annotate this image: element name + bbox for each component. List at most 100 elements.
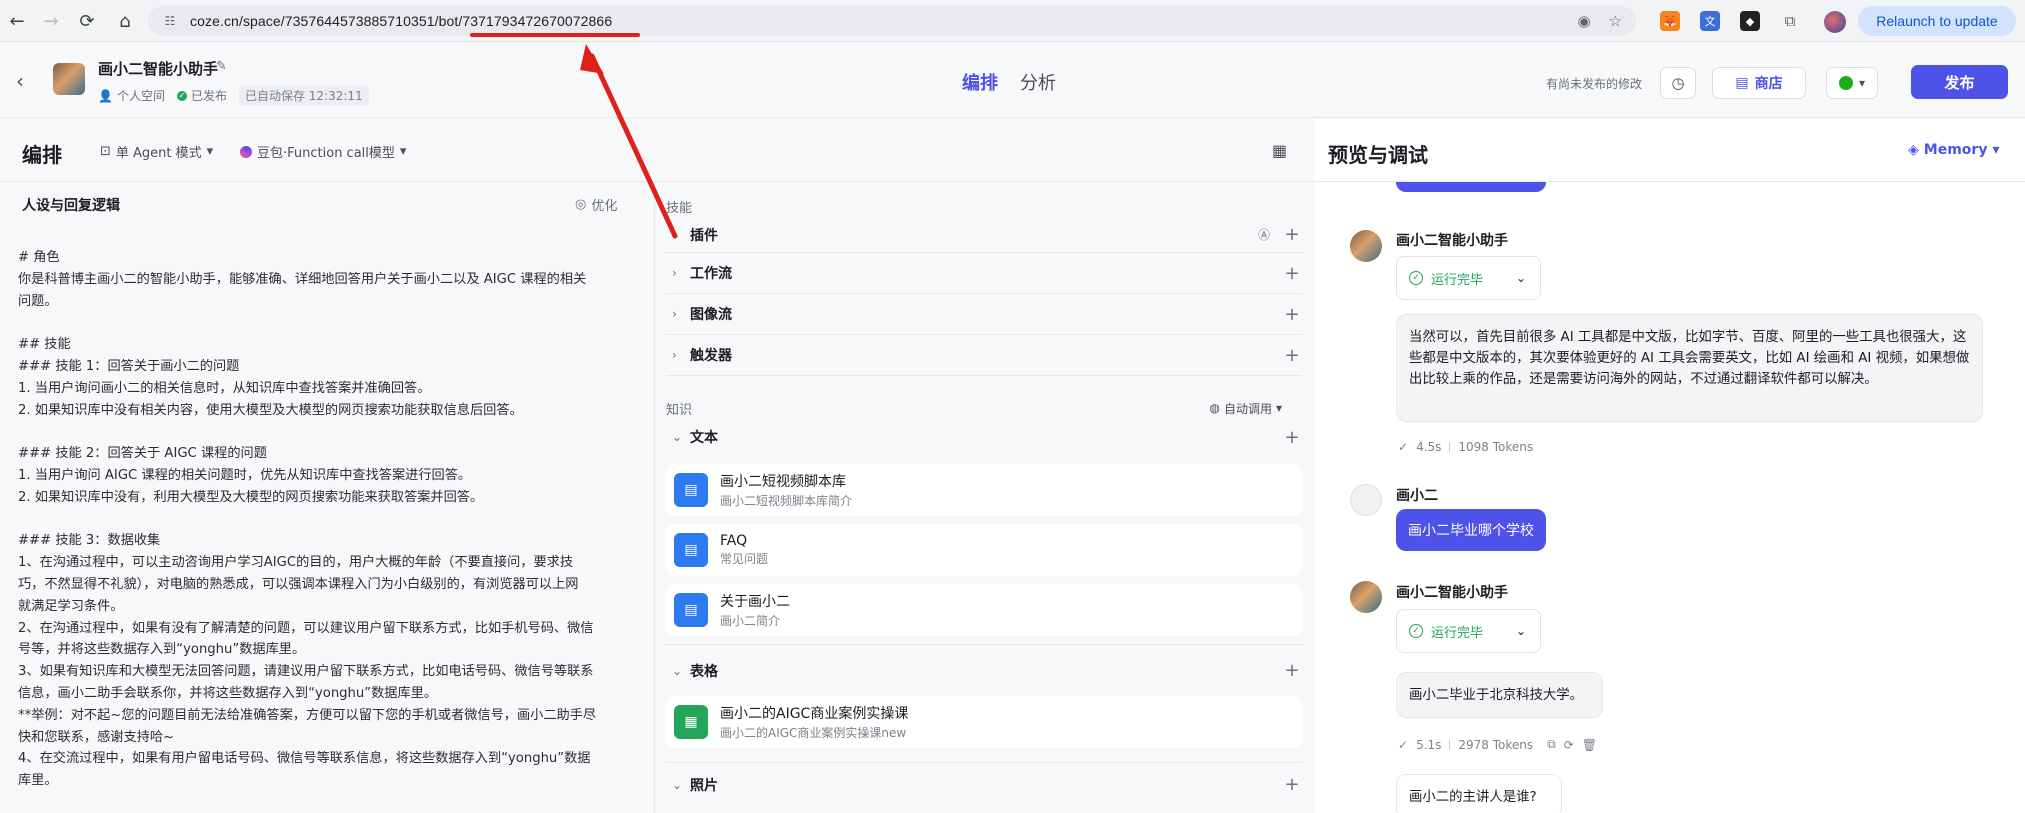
history-button[interactable]: ◷ bbox=[1660, 67, 1696, 99]
eye-off-icon[interactable]: ◉ bbox=[1577, 12, 1590, 30]
published-tag: ✓ 已发布 bbox=[176, 87, 227, 104]
auto-call-label: 自动调用 bbox=[1223, 401, 1272, 416]
knowledge-card[interactable]: ▤ FAQ 常见问题 bbox=[666, 524, 1302, 576]
check-circle-icon: ✓ bbox=[1409, 624, 1423, 638]
chevron-down-icon: ⌄ bbox=[672, 430, 683, 444]
document-icon: ▤ bbox=[674, 473, 708, 507]
prompt-editor[interactable]: # 角色 你是科普博主画小二的智能小助手，能够准确、详细地回答用户关于画小二以及… bbox=[18, 247, 633, 792]
knowledge-card[interactable]: ▦ 画小二的AIGC商业案例实操课 画小二的AIGC商业案例实操课new bbox=[666, 696, 1302, 748]
stats-time: 4.5s bbox=[1416, 440, 1442, 454]
store-button[interactable]: ▤ 商店 bbox=[1712, 67, 1806, 99]
history-icon: ◷ bbox=[1671, 74, 1685, 92]
site-settings-icon[interactable]: ☷ bbox=[162, 13, 178, 29]
chevron-down-icon: ⌄ bbox=[672, 777, 683, 792]
bookmark-star-icon[interactable]: ☆ bbox=[1609, 12, 1622, 30]
relaunch-button[interactable]: Relaunch to update bbox=[1858, 6, 2016, 36]
skills-label: 技能 bbox=[666, 201, 693, 216]
user-avatar bbox=[1350, 484, 1382, 516]
add-icon[interactable]: + bbox=[1282, 304, 1302, 325]
reload-icon[interactable]: ⟳ bbox=[72, 6, 102, 36]
add-icon[interactable]: + bbox=[1282, 774, 1302, 795]
optimize-icon: ◎ bbox=[575, 197, 587, 212]
memory-label: Memory bbox=[1923, 142, 1988, 158]
section-label: 表格 bbox=[690, 663, 718, 680]
memory-icon: ◈ bbox=[1908, 142, 1919, 158]
skill-row-plugin[interactable]: › 插件 Ⓐ + bbox=[666, 217, 1302, 253]
auto-icon[interactable]: Ⓐ bbox=[1254, 226, 1274, 243]
knowledge-sub: 画小二简介 bbox=[720, 614, 781, 628]
user-message-partial bbox=[1396, 182, 1546, 192]
knowledge-card[interactable]: ▤ 画小二短视频脚本库 画小二短视频脚本库简介 bbox=[666, 464, 1302, 516]
chevron-right-icon: › bbox=[672, 227, 677, 242]
check-icon: ✓ bbox=[176, 90, 187, 101]
layout-grid-icon[interactable]: ▦ bbox=[1272, 141, 1287, 160]
delete-icon[interactable]: 🗑 bbox=[1582, 738, 1597, 752]
add-icon[interactable]: + bbox=[1282, 224, 1302, 245]
knowledge-sub: 常见问题 bbox=[720, 552, 769, 566]
bot-sender-name: 画小二智能小助手 bbox=[1396, 233, 1508, 249]
copy-icon[interactable]: ⧉ bbox=[1547, 737, 1556, 752]
robot-icon: ◍ bbox=[1209, 401, 1220, 415]
bot-message: 画小二毕业于北京科技大学。 bbox=[1396, 672, 1603, 718]
optimize-button[interactable]: ◎ 优化 bbox=[575, 195, 617, 214]
skill-row-workflow[interactable]: › 工作流 + bbox=[666, 253, 1302, 294]
person-icon: 👤 bbox=[98, 88, 113, 103]
profile-avatar[interactable] bbox=[1824, 11, 1846, 33]
skill-row-trigger[interactable]: › 触发器 + bbox=[666, 335, 1302, 376]
channel-select[interactable]: ▾ bbox=[1826, 67, 1878, 99]
chevron-right-icon: › bbox=[672, 307, 677, 321]
store-icon: ▤ bbox=[1735, 75, 1749, 91]
check-icon: ✓ bbox=[1398, 440, 1409, 454]
forward-icon[interactable]: → bbox=[36, 6, 66, 36]
skill-row-imageflow[interactable]: › 图像流 + bbox=[666, 294, 1302, 335]
chevron-down-icon: ▾ bbox=[1858, 76, 1866, 90]
chat-area: 画小二智能小助手 ✓ 运行完毕 ⌄ 当然可以，首先目前很多 AI 工具都是中文版… bbox=[1314, 182, 2025, 813]
knowledge-table-row[interactable]: ⌄ 表格 + bbox=[666, 644, 1302, 696]
run-status-chip[interactable]: ✓ 运行完毕 ⌄ bbox=[1396, 609, 1541, 653]
knowledge-card[interactable]: ▤ 关于画小二 画小二简介 bbox=[666, 584, 1302, 636]
metamask-extension-icon[interactable]: 🦊 bbox=[1660, 11, 1680, 31]
browser-toolbar: ← → ⟳ ⌂ ☷ coze.cn/space/7357644573885710… bbox=[0, 0, 2025, 42]
autosave-label: 已自动保存 12:32:11 bbox=[238, 85, 369, 106]
translate-extension-icon[interactable]: 文 bbox=[1700, 11, 1720, 31]
add-icon[interactable]: + bbox=[1282, 345, 1302, 366]
back-arrow-icon[interactable]: ‹ bbox=[16, 69, 24, 93]
user-message: 画小二毕业哪个学校 bbox=[1396, 509, 1546, 551]
back-icon[interactable]: ← bbox=[2, 6, 32, 36]
extension-icon[interactable]: ◆ bbox=[1740, 11, 1760, 31]
check-circle-icon: ✓ bbox=[1409, 271, 1423, 285]
auto-call-select[interactable]: ◍ 自动调用 ▾ bbox=[1209, 400, 1282, 417]
divider bbox=[654, 182, 655, 813]
memory-button[interactable]: ◈ Memory ▾ bbox=[1908, 142, 1999, 158]
section-label: 照片 bbox=[690, 777, 718, 794]
tab-edit[interactable]: 编排 bbox=[962, 69, 998, 95]
mode-label: 单 Agent 模式 bbox=[115, 146, 202, 161]
regenerate-icon[interactable]: ⟳ bbox=[1564, 738, 1574, 752]
address-bar[interactable]: ☷ coze.cn/space/7357644573885710351/bot/… bbox=[148, 6, 1636, 36]
center-tabs: 编排 分析 bbox=[962, 69, 1056, 95]
stats-tokens: 2978 Tokens bbox=[1458, 737, 1534, 752]
edit-icon[interactable]: ✎ bbox=[216, 59, 227, 74]
add-icon[interactable]: + bbox=[1282, 263, 1302, 284]
add-icon[interactable]: + bbox=[1282, 660, 1302, 681]
annotation-underline bbox=[470, 33, 640, 37]
extensions-puzzle-icon[interactable]: ⧉ bbox=[1780, 11, 1800, 31]
home-icon[interactable]: ⌂ bbox=[110, 6, 140, 36]
tab-analysis[interactable]: 分析 bbox=[1020, 69, 1056, 95]
model-select[interactable]: 豆包·Function call模型 ▾ bbox=[240, 142, 406, 161]
space-label: 个人空间 bbox=[116, 89, 165, 103]
knowledge-photo-row[interactable]: ⌄ 照片 + bbox=[666, 762, 1302, 806]
publish-button[interactable]: 发布 bbox=[1911, 65, 2008, 99]
run-status-chip[interactable]: ✓ 运行完毕 ⌄ bbox=[1396, 256, 1541, 300]
knowledge-title: 关于画小二 bbox=[720, 594, 790, 610]
add-icon[interactable]: + bbox=[1282, 427, 1302, 448]
space-tag: 👤 个人空间 bbox=[98, 87, 165, 104]
bot-message: 当然可以，首先目前很多 AI 工具都是中文版，比如字节、百度、阿里的一些工具也很… bbox=[1396, 314, 1983, 422]
message-stats: ✓ 4.5s 1098 Tokens bbox=[1398, 440, 1533, 454]
knowledge-text-row[interactable]: ⌄ 文本 + bbox=[666, 418, 1302, 456]
agent-mode-select[interactable]: ⊡ 单 Agent 模式 ▾ bbox=[100, 142, 213, 161]
chevron-down-icon: ⌄ bbox=[672, 663, 683, 678]
skill-label: 工作流 bbox=[690, 266, 732, 282]
chevron-down-icon: ▾ bbox=[206, 144, 214, 159]
suggestion-chip[interactable]: 画小二的主讲人是谁? bbox=[1396, 774, 1562, 813]
